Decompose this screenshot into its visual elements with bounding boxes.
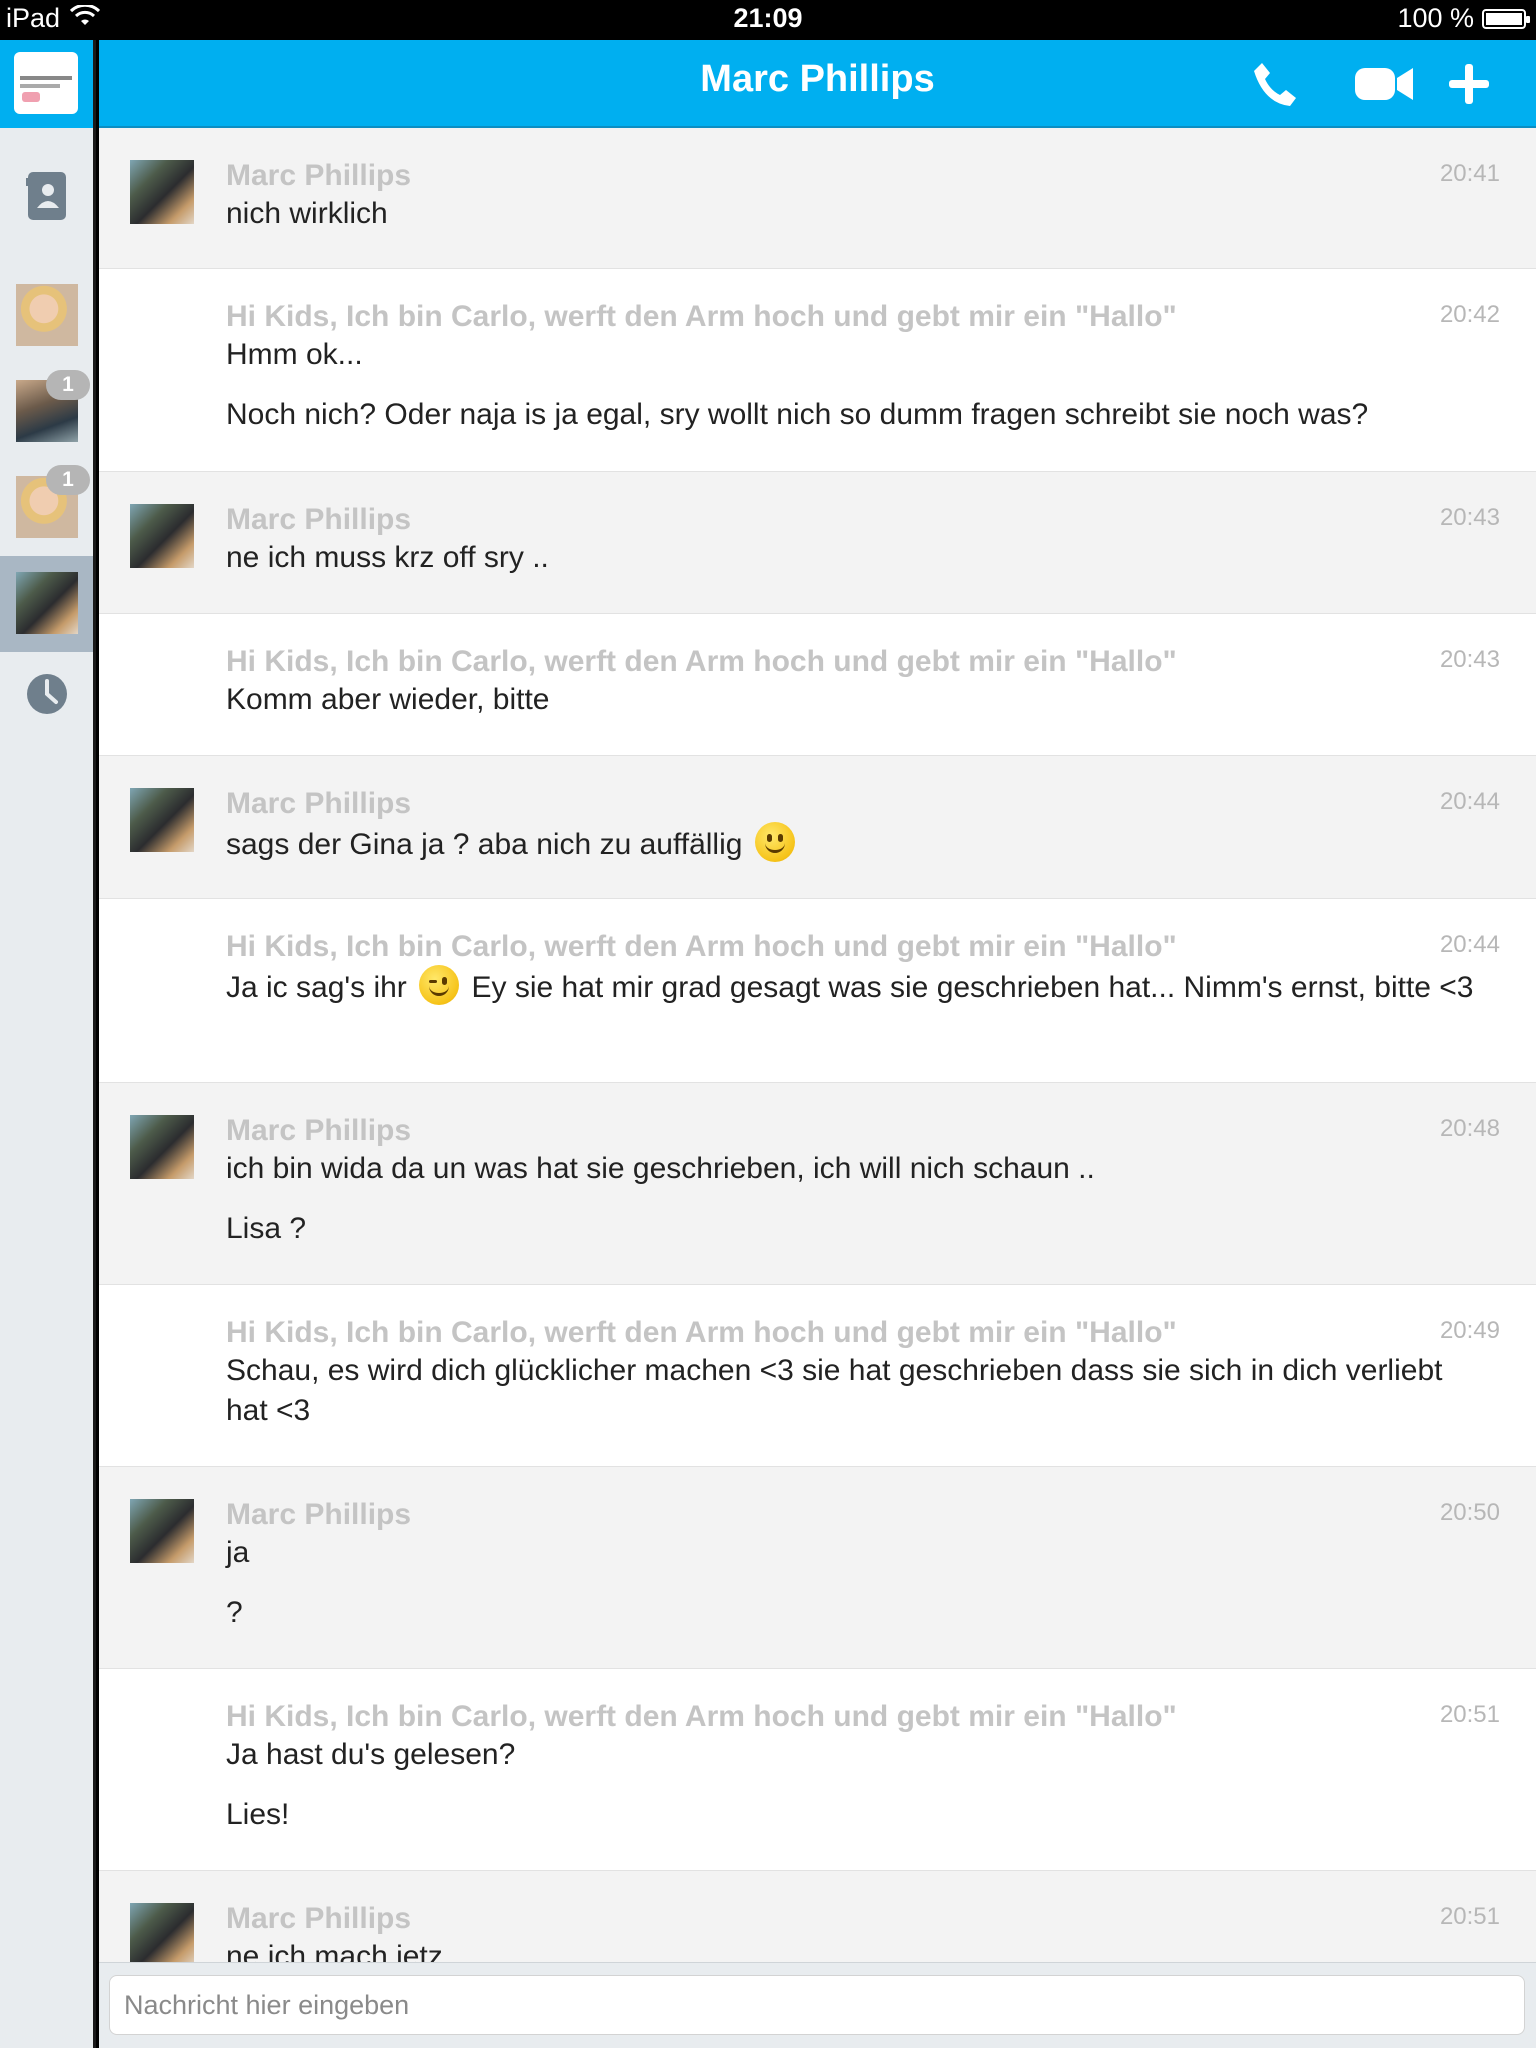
profile-button[interactable] <box>0 40 93 128</box>
phone-icon <box>1254 63 1296 106</box>
message-item: Hi Kids, Ich bin Carlo, werft den Arm ho… <box>99 614 1536 756</box>
chat-header: Marc Phillips <box>99 40 1536 128</box>
message-sender: Marc Phillips <box>226 159 412 192</box>
smile-emoji-icon <box>754 822 795 862</box>
message-sender: Marc Phillips <box>226 1114 412 1147</box>
message-text: nich wirklich <box>226 197 388 230</box>
message-text-row: Ja ic sag's ihr Ey sie hat mir grad gesa… <box>226 965 1536 1008</box>
sidebar: 1 1 <box>0 40 96 2048</box>
video-call-button[interactable] <box>1349 56 1419 112</box>
message-text: Lies! <box>226 1798 290 1831</box>
message-list[interactable]: Marc Phillips 20:41 nich wirklich Hi Kid… <box>99 128 1536 1962</box>
message-text: Komm aber wieder, bitte <box>226 683 550 716</box>
message-text: Ja hast du's gelesen? <box>226 1738 516 1771</box>
sidebar-conversation-1[interactable] <box>16 284 78 346</box>
message-time: 20:44 <box>1439 788 1500 815</box>
message-text: ja <box>226 1536 250 1569</box>
message-time: 20:48 <box>1439 1115 1500 1142</box>
message-time: 20:42 <box>1439 301 1500 328</box>
call-button[interactable] <box>1247 56 1303 112</box>
message-input[interactable] <box>109 1975 1525 2035</box>
message-item: Marc Phillips 20:41 nich wirklich <box>99 128 1536 269</box>
message-sender: Hi Kids, Ich bin Carlo, werft den Arm ho… <box>226 645 1177 678</box>
message-time: 20:43 <box>1439 504 1500 531</box>
message-text: Schau, es wird dich glücklicher machen <… <box>226 1354 1443 1427</box>
message-time: 20:44 <box>1439 931 1500 958</box>
message-item: Hi Kids, Ich bin Carlo, werft den Arm ho… <box>99 1285 1536 1467</box>
avatar <box>130 1499 194 1563</box>
message-sender: Hi Kids, Ich bin Carlo, werft den Arm ho… <box>226 300 1177 333</box>
wink-emoji-icon <box>419 965 460 1005</box>
message-item: Marc Phillips 20:50 ja ? <box>99 1467 1536 1669</box>
message-sender: Hi Kids, Ich bin Carlo, werft den Arm ho… <box>226 1316 1177 1349</box>
message-time: 20:43 <box>1439 646 1500 673</box>
message-item: Marc Phillips 20:43 ne ich muss krz off … <box>99 472 1536 614</box>
avatar <box>130 1903 194 1962</box>
add-button[interactable] <box>1441 56 1497 112</box>
compose-bar <box>99 1962 1536 2048</box>
message-text: Hmm ok... <box>226 338 363 371</box>
message-sender: Marc Phillips <box>226 1902 412 1935</box>
message-time: 20:50 <box>1439 1499 1500 1526</box>
message-time: 20:49 <box>1439 1317 1500 1344</box>
message-text: ? <box>226 1596 243 1629</box>
message-time: 20:51 <box>1439 1701 1500 1728</box>
message-time: 20:51 <box>1439 1903 1500 1930</box>
contacts-button[interactable] <box>0 170 93 222</box>
message-item: Marc Phillips 20:48 ich bin wida da un w… <box>99 1083 1536 1285</box>
message-sender: Hi Kids, Ich bin Carlo, werft den Arm ho… <box>226 930 1177 963</box>
message-text: ich bin wida da un was hat sie geschrieb… <box>226 1152 1095 1185</box>
message-item: Hi Kids, Ich bin Carlo, werft den Arm ho… <box>99 1669 1536 1871</box>
message-text: ne ich mach jetz <box>226 1940 443 1962</box>
clock: 21:09 <box>733 3 803 33</box>
message-item: Marc Phillips 20:44 sags der Gina ja ? a… <box>99 756 1536 899</box>
message-item: Hi Kids, Ich bin Carlo, werft den Arm ho… <box>99 899 1536 1083</box>
recent-button[interactable] <box>0 672 93 716</box>
message-text: Ja ic sag's ihr <box>226 971 407 1004</box>
avatar <box>130 504 194 568</box>
message-text: Ey sie hat mir grad gesagt was sie gesch… <box>471 971 1474 1004</box>
message-text: sags der Gina ja ? aba nich zu auffällig <box>226 828 743 861</box>
message-item: Marc Phillips 20:51 ne ich mach jetz <box>99 1871 1536 1962</box>
avatar <box>130 1115 194 1179</box>
sidebar-conversation-selected[interactable] <box>0 556 93 652</box>
message-item: Hi Kids, Ich bin Carlo, werft den Arm ho… <box>99 269 1536 472</box>
unread-badge: 1 <box>46 465 90 495</box>
battery-percent: 100 % <box>1397 3 1474 33</box>
message-sender: Marc Phillips <box>226 787 412 820</box>
video-icon <box>1355 68 1413 100</box>
contacts-icon <box>25 172 66 220</box>
profile-thumbnail <box>14 52 78 114</box>
message-time: 20:41 <box>1439 160 1500 187</box>
unread-badge: 1 <box>46 370 90 400</box>
message-text-row: sags der Gina ja ? aba nich zu auffällig <box>226 822 1536 865</box>
message-text: Lisa ? <box>226 1212 307 1245</box>
battery-icon <box>1482 8 1530 29</box>
clock-icon <box>26 674 67 714</box>
plus-icon <box>1449 64 1489 104</box>
contact-name: Marc Phillips <box>700 58 935 100</box>
message-text: Noch nich? Oder naja is ja egal, sry wol… <box>226 398 1369 431</box>
message-sender: Hi Kids, Ich bin Carlo, werft den Arm ho… <box>226 1700 1177 1733</box>
avatar <box>130 788 194 852</box>
avatar <box>130 160 194 224</box>
message-sender: Marc Phillips <box>226 1498 412 1531</box>
message-sender: Marc Phillips <box>226 503 412 536</box>
status-bar: iPad 21:09 100 % <box>0 0 1536 40</box>
message-text: ne ich muss krz off sry .. <box>226 541 549 574</box>
